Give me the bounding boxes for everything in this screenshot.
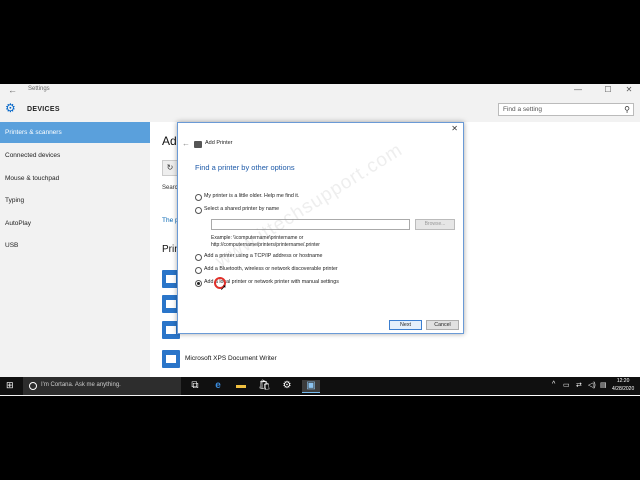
close-button[interactable]: ✕: [622, 85, 636, 94]
printer-icon: [194, 141, 202, 148]
control-panel-icon[interactable]: ▣: [302, 380, 320, 393]
taskbar: ⊞ I'm Cortana. Ask me anything. ⧉ e ▬ 🛍 …: [0, 377, 640, 395]
volume-icon[interactable]: ◁): [588, 381, 596, 389]
search-placeholder: Find a setting: [503, 106, 543, 113]
cortana-placeholder: I'm Cortana. Ask me anything.: [41, 382, 121, 388]
sidebar: Printers & scanners Connected devices Mo…: [0, 122, 150, 396]
dialog-title: Add Printer: [205, 140, 233, 146]
windows-start-icon[interactable]: ⊞: [6, 381, 15, 390]
browse-button[interactable]: Browse...: [415, 219, 455, 230]
store-icon[interactable]: 🛍: [258, 380, 271, 392]
chevron-up-icon[interactable]: ^: [552, 381, 555, 388]
back-button[interactable]: ←: [8, 85, 17, 95]
minimize-button[interactable]: —: [571, 85, 585, 94]
window-title: Settings: [28, 86, 50, 92]
shared-printer-name-input[interactable]: [211, 219, 410, 230]
radio-button[interactable]: [195, 280, 202, 287]
cortana-icon: [29, 382, 37, 390]
edge-icon[interactable]: e: [212, 380, 224, 392]
sidebar-item-typing[interactable]: Typing: [0, 190, 150, 211]
add-printer-dialog: ✕ ← Add Printer Find a printer by other …: [177, 122, 464, 334]
clock[interactable]: 12:20 4/28/2020: [612, 378, 634, 393]
radio-button[interactable]: [195, 254, 202, 261]
printer-item-xps[interactable]: Microsoft XPS Document Writer: [185, 355, 277, 362]
cortana-search-box[interactable]: I'm Cortana. Ask me anything.: [23, 377, 181, 395]
settings-icon[interactable]: ⚙: [281, 380, 293, 392]
clock-date: 4/28/2020: [612, 385, 635, 392]
sidebar-item-connected-devices[interactable]: Connected devices: [0, 145, 150, 166]
gear-icon: ⚙: [5, 101, 16, 115]
search-input[interactable]: Find a setting ⚲: [498, 103, 634, 116]
page-title: DEVICES: [27, 106, 60, 113]
cancel-button[interactable]: Cancel: [426, 320, 459, 330]
action-center-icon[interactable]: ▤: [600, 381, 607, 389]
settings-header: ⚙ DEVICES Find a setting ⚲: [0, 98, 640, 122]
clock-time: 12:20: [616, 378, 630, 384]
title-bar: ← Settings — ☐ ✕: [0, 84, 640, 98]
sync-icon[interactable]: ⇄: [576, 381, 582, 389]
sidebar-item-autoplay[interactable]: AutoPlay: [0, 213, 150, 234]
sidebar-item-usb[interactable]: USB: [0, 235, 150, 256]
network-icon[interactable]: ▭: [563, 381, 570, 389]
radio-button[interactable]: [195, 207, 202, 214]
settings-window: ← Settings — ☐ ✕ ⚙ DEVICES Find a settin…: [0, 84, 640, 396]
dialog-back-button[interactable]: ←: [182, 139, 190, 148]
option-label: My printer is a little older. Help me fi…: [204, 193, 300, 199]
maximize-button[interactable]: ☐: [601, 85, 615, 94]
sidebar-item-mouse-touchpad[interactable]: Mouse & touchpad: [0, 168, 150, 189]
sidebar-item-printers-scanners[interactable]: Printers & scanners: [0, 122, 150, 143]
printer-icon[interactable]: [162, 350, 180, 368]
file-explorer-icon[interactable]: ▬: [235, 380, 247, 392]
dialog-close-button[interactable]: ✕: [451, 124, 458, 133]
task-view-icon[interactable]: ⧉: [189, 380, 201, 392]
searching-text: Searc: [162, 185, 178, 191]
radio-button[interactable]: [195, 267, 202, 274]
dialog-heading: Find a printer by other options: [195, 163, 295, 172]
radio-button[interactable]: [195, 194, 202, 201]
search-icon: ⚲: [624, 105, 630, 114]
refresh-button[interactable]: ↻: [162, 160, 178, 176]
mouse-cursor-icon: ➚: [220, 283, 227, 292]
next-button[interactable]: Next: [389, 320, 422, 330]
option-label: Select a shared printer by name: [204, 206, 280, 212]
